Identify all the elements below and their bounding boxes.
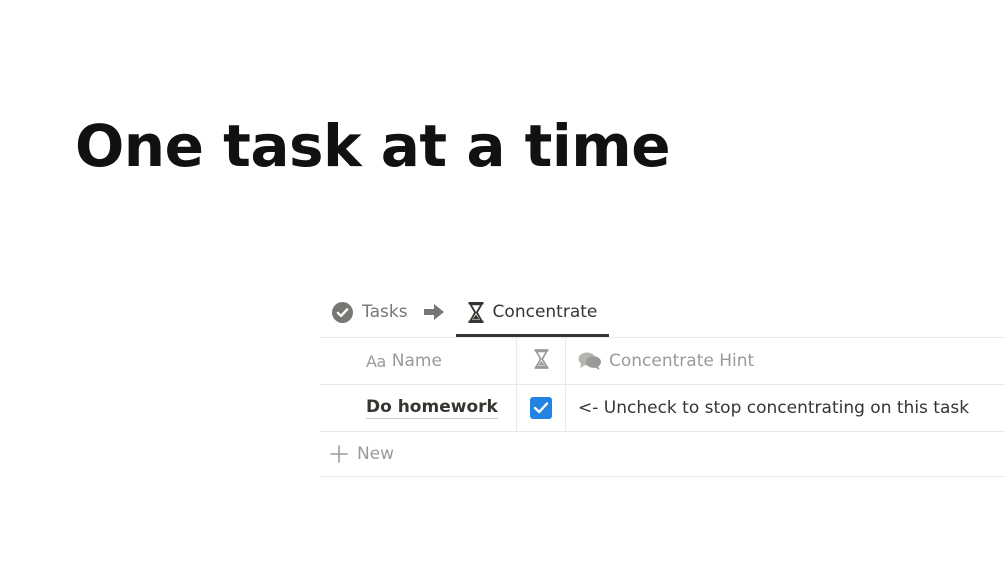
column-header-concentrate[interactable] bbox=[516, 338, 565, 384]
concentrate-checkbox[interactable] bbox=[530, 397, 552, 419]
task-name-link[interactable]: Do homework bbox=[366, 397, 498, 419]
speech-bubbles-icon bbox=[578, 351, 602, 371]
view-tabs: Tasks Concentrate bbox=[320, 288, 1005, 337]
hourglass-icon bbox=[468, 301, 484, 323]
tab-concentrate[interactable]: Concentrate bbox=[455, 288, 610, 337]
cell-hint: <- Uncheck to stop concentrating on this… bbox=[565, 385, 1005, 431]
cell-concentrate bbox=[516, 385, 565, 431]
tab-tasks-label: Tasks bbox=[362, 302, 408, 322]
tab-concentrate-label: Concentrate bbox=[492, 302, 598, 322]
plus-icon bbox=[330, 445, 348, 463]
text-aa-icon: Aa bbox=[366, 351, 386, 371]
table-row: Do homework <- Uncheck to stop concentra… bbox=[320, 385, 1005, 432]
column-header-hint-label: Concentrate Hint bbox=[609, 351, 755, 371]
check-circle-icon bbox=[332, 301, 353, 323]
table-header-row: Aa Name Concentrate Hint bbox=[320, 338, 1005, 385]
concentrate-hint-text: <- Uncheck to stop concentrating on this… bbox=[578, 398, 970, 418]
checkmark-icon bbox=[533, 402, 549, 414]
database-table: Aa Name Concentrate Hint Do homework <- … bbox=[320, 337, 1005, 477]
column-header-name-label: Name bbox=[391, 351, 442, 371]
arrow-right-icon bbox=[423, 304, 444, 320]
tab-tasks[interactable]: Tasks bbox=[320, 288, 420, 336]
new-row-label: New bbox=[357, 444, 395, 464]
cell-name: Do homework bbox=[320, 385, 516, 431]
new-row-button[interactable]: New bbox=[320, 432, 1005, 477]
column-header-hint[interactable]: Concentrate Hint bbox=[565, 338, 1005, 384]
page-title: One task at a time bbox=[75, 112, 671, 180]
hourglass-icon bbox=[533, 348, 549, 374]
column-header-name[interactable]: Aa Name bbox=[320, 338, 516, 384]
